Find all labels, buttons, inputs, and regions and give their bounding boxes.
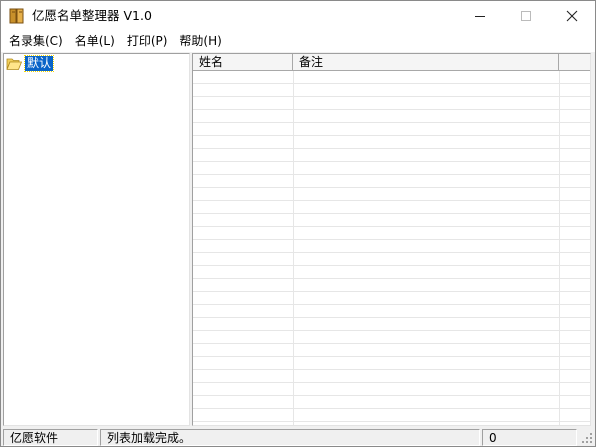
list-grid (193, 71, 590, 425)
close-button[interactable] (549, 1, 595, 31)
column-header-name[interactable]: 姓名 (193, 54, 293, 71)
menu-help[interactable]: 帮助(H) (173, 32, 227, 51)
grid-column-line (293, 71, 294, 425)
status-company: 亿愿软件 (3, 429, 98, 446)
menu-bar: 名录集(C) 名单(L) 打印(P) 帮助(H) (1, 31, 595, 52)
window-title: 亿愿名单整理器 V1.0 (32, 8, 152, 23)
collection-tree[interactable]: 默认 (3, 53, 190, 426)
menu-print[interactable]: 打印(P) (121, 32, 174, 51)
menu-list[interactable]: 名单(L) (69, 32, 121, 51)
maximize-button[interactable] (503, 1, 549, 31)
status-bar: 亿愿软件 列表加载完成。 0 (1, 428, 595, 446)
menu-collection[interactable]: 名录集(C) (3, 32, 69, 51)
status-count: 0 (482, 429, 577, 446)
minimize-button[interactable] (457, 1, 503, 31)
resize-grip-icon[interactable] (581, 432, 593, 444)
close-icon (566, 10, 578, 22)
title-bar[interactable]: 亿愿名单整理器 V1.0 (1, 1, 595, 31)
book-icon (9, 8, 24, 24)
minimize-icon (475, 15, 485, 17)
maximize-icon (521, 11, 531, 21)
tree-node-default[interactable]: 默认 (6, 55, 55, 72)
status-message: 列表加载完成。 (100, 429, 480, 446)
column-header-empty[interactable] (559, 54, 590, 71)
list-header: 姓名 备注 (193, 54, 590, 71)
folder-open-icon (6, 58, 22, 70)
name-list[interactable]: 姓名 备注 (192, 53, 591, 426)
grid-column-line (559, 71, 560, 425)
tree-node-label: 默认 (23, 55, 55, 72)
column-header-note[interactable]: 备注 (293, 54, 559, 71)
app-window: 亿愿名单整理器 V1.0 名录集(C) 名单(L) 打印(P) 帮助(H) 默认 (0, 0, 596, 447)
